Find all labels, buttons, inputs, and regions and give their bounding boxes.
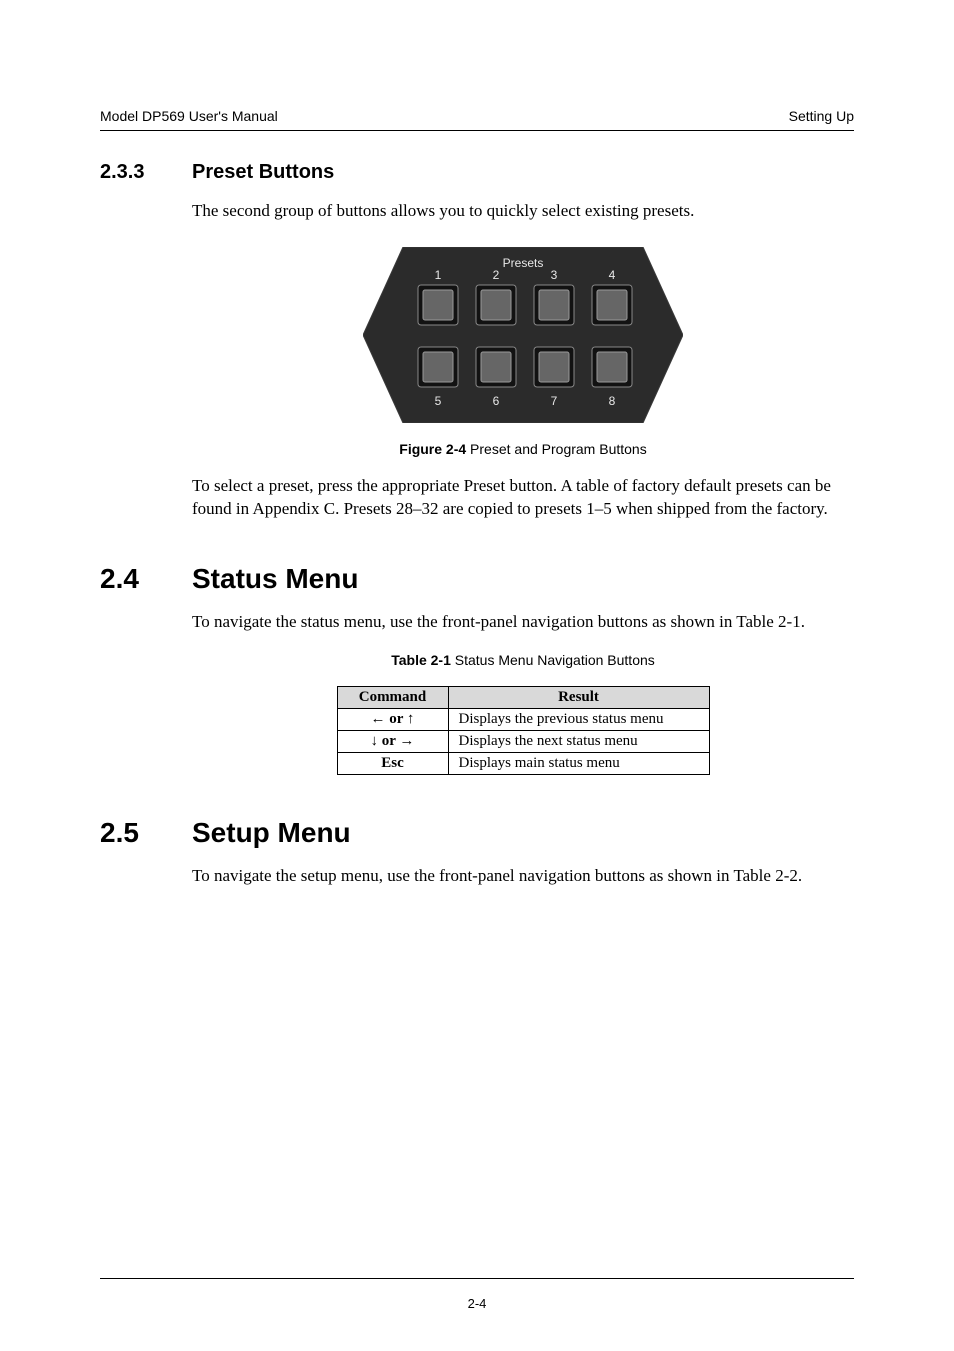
preset-button-6[interactable] [476, 347, 516, 387]
col-result: Result [448, 686, 709, 708]
presets-panel-svg: Presets 1 2 3 4 [363, 247, 683, 423]
table-header-row: Command Result [337, 686, 709, 708]
result-cell: Displays main status menu [448, 752, 709, 774]
panel-num-4: 4 [609, 268, 616, 282]
preset-button-8[interactable] [592, 347, 632, 387]
cmd-cell: ↓ or → [337, 730, 448, 752]
header-left: Model DP569 User's Manual [100, 108, 278, 124]
panel-label-presets: Presets [503, 256, 544, 270]
figure-presets-panel: Presets 1 2 3 4 [192, 247, 854, 423]
sec24-intro: To navigate the status menu, use the fro… [192, 611, 854, 634]
page: Model DP569 User's Manual Setting Up 2.3… [0, 0, 954, 1351]
panel-num-3: 3 [551, 268, 558, 282]
figure-24-caption-bold: Figure 2-4 [399, 441, 466, 457]
nav-table: Command Result ← or ↑ Displays the previ… [337, 686, 710, 775]
panel-num-2: 2 [493, 268, 500, 282]
panel-num-5: 5 [435, 394, 442, 408]
panel-background [363, 247, 683, 423]
panel-num-1: 1 [435, 268, 442, 282]
heading-233-number: 2.3.3 [100, 161, 192, 184]
table-row: ← or ↑ Displays the previous status menu [337, 708, 709, 730]
table-row: ↓ or → Displays the next status menu [337, 730, 709, 752]
preset-button-2[interactable] [476, 285, 516, 325]
preset-button-3[interactable] [534, 285, 574, 325]
sec233-intro: The second group of buttons allows you t… [192, 200, 854, 223]
figure-24-caption: Figure 2-4 Preset and Program Buttons [192, 441, 854, 457]
nav-table-wrap: Command Result ← or ↑ Displays the previ… [192, 686, 854, 775]
heading-233: 2.3.3 Preset Buttons [100, 161, 854, 184]
header-right: Setting Up [789, 108, 854, 124]
figure-24-caption-rest: Preset and Program Buttons [466, 441, 647, 457]
preset-button-7[interactable] [534, 347, 574, 387]
table-row: Esc Displays main status menu [337, 752, 709, 774]
heading-24-number: 2.4 [100, 563, 192, 595]
result-cell: Displays the next status menu [448, 730, 709, 752]
preset-button-4[interactable] [592, 285, 632, 325]
sec233-after-figure: To select a preset, press the appropriat… [192, 475, 854, 521]
section-24-body: To navigate the status menu, use the fro… [192, 611, 854, 775]
heading-25-number: 2.5 [100, 817, 192, 849]
table-21-caption-bold: Table 2-1 [391, 652, 451, 668]
section-25-body: To navigate the setup menu, use the fron… [192, 865, 854, 888]
heading-25-title: Setup Menu [192, 817, 351, 849]
heading-25: 2.5 Setup Menu [100, 817, 854, 849]
panel-num-7: 7 [551, 394, 558, 408]
heading-233-title: Preset Buttons [192, 161, 334, 184]
footer-rule [100, 1278, 854, 1279]
col-command: Command [337, 686, 448, 708]
panel-num-6: 6 [493, 394, 500, 408]
table-21-caption: Table 2-1 Status Menu Navigation Buttons [192, 652, 854, 668]
page-header: Model DP569 User's Manual Setting Up [100, 108, 854, 124]
heading-24: 2.4 Status Menu [100, 563, 854, 595]
panel-num-8: 8 [609, 394, 616, 408]
result-cell: Displays the previous status menu [448, 708, 709, 730]
header-rule [100, 130, 854, 131]
page-number: 2-4 [0, 1296, 954, 1311]
heading-24-title: Status Menu [192, 563, 358, 595]
sec25-intro: To navigate the setup menu, use the fron… [192, 865, 854, 888]
cmd-cell: ← or ↑ [337, 708, 448, 730]
cmd-cell: Esc [337, 752, 448, 774]
table-21-caption-rest: Status Menu Navigation Buttons [451, 652, 655, 668]
preset-button-5[interactable] [418, 347, 458, 387]
section-233-body: The second group of buttons allows you t… [192, 200, 854, 521]
preset-button-1[interactable] [418, 285, 458, 325]
